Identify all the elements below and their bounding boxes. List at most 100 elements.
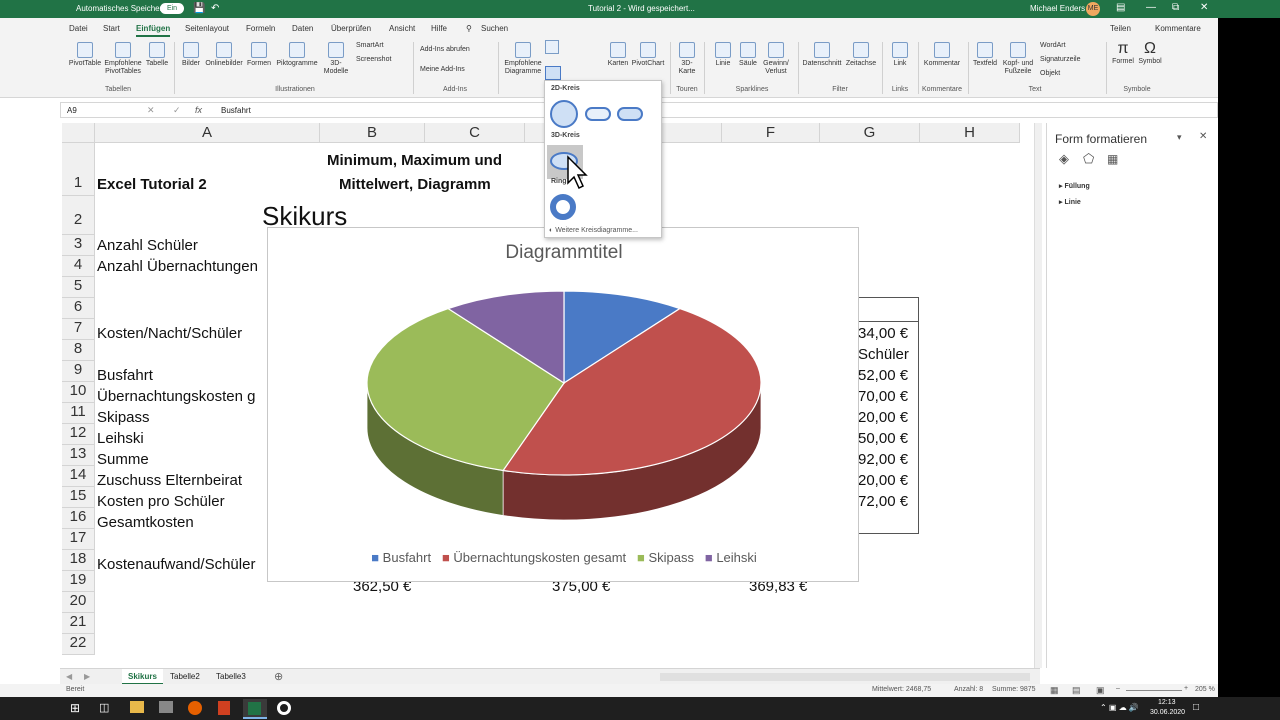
row-header[interactable]: 16 xyxy=(62,508,95,529)
get-addins-button[interactable]: Add-Ins abrufen xyxy=(420,46,470,54)
tab-ansicht[interactable]: Ansicht xyxy=(389,24,415,33)
cell-g11[interactable]: 20,00 € xyxy=(858,409,908,426)
search-icon[interactable]: ⚲ xyxy=(466,24,472,33)
avatar[interactable]: ME xyxy=(1086,2,1100,16)
row-header[interactable]: 14 xyxy=(62,466,95,487)
cell-a16[interactable]: Gesamtkosten xyxy=(97,514,194,531)
select-all-corner[interactable] xyxy=(62,123,95,143)
tab-start[interactable]: Start xyxy=(103,24,120,33)
chevron-down-icon[interactable]: ▾ xyxy=(1177,132,1182,143)
slicer-button[interactable]: Datenschnitt xyxy=(800,42,844,68)
3d-models-button[interactable]: 3D-Modelle xyxy=(320,42,352,76)
restore-icon[interactable]: ⧉ xyxy=(1172,2,1179,13)
my-addins-button[interactable]: Meine Add-Ins xyxy=(420,66,465,74)
pivotchart-button[interactable]: PivotChart xyxy=(630,42,666,68)
recommended-charts-button[interactable]: Empfohlene Diagramme xyxy=(500,42,546,76)
column-header-h[interactable]: H xyxy=(920,123,1020,143)
task-view-icon[interactable]: ◫ xyxy=(99,701,109,714)
cell-g14[interactable]: 20,00 € xyxy=(858,472,908,489)
vertical-scrollbar[interactable] xyxy=(1034,123,1042,668)
more-pie-charts-link[interactable]: ◐ Weitere Kreisdiagramme... xyxy=(549,227,638,234)
row-header[interactable]: 2 xyxy=(62,196,95,235)
page-layout-icon[interactable]: ▤ xyxy=(1072,685,1081,696)
images-button[interactable]: Bilder xyxy=(178,42,204,68)
recommended-pivot-button[interactable]: Empfohlene PivotTables xyxy=(102,42,144,76)
cell-g7[interactable]: 34,00 € xyxy=(858,325,908,342)
smartart-button[interactable]: SmartArt xyxy=(356,42,384,50)
doughnut-icon[interactable] xyxy=(550,194,576,220)
share-button[interactable]: Teilen xyxy=(1110,24,1131,33)
cell-a14[interactable]: Zuschuss Elternbeirat xyxy=(97,472,242,489)
page-break-icon[interactable]: ▣ xyxy=(1096,685,1105,696)
cell-g9[interactable]: 52,00 € xyxy=(858,367,908,384)
name-box[interactable]: A9 xyxy=(67,106,77,115)
textbox-button[interactable]: Textfeld xyxy=(970,42,1000,68)
pie-of-pie-icon[interactable] xyxy=(585,107,611,121)
comments-button[interactable]: Kommentare xyxy=(1155,24,1201,33)
zoom-level[interactable]: 205 % xyxy=(1195,686,1215,693)
system-tray-icons[interactable]: ⌃ ▣ ☁ 🔊 xyxy=(1100,703,1139,712)
cell-a12[interactable]: Leihski xyxy=(97,430,144,447)
tab-hilfe[interactable]: Hilfe xyxy=(431,24,447,33)
object-button[interactable]: Objekt xyxy=(1040,70,1060,78)
sheet-tab-tabelle3[interactable]: Tabelle3 xyxy=(216,672,246,681)
close-icon[interactable]: ✕ xyxy=(1200,2,1208,13)
cell-b1-line1[interactable]: Minimum, Maximum und xyxy=(327,152,502,169)
pivottable-button[interactable]: PivotTable xyxy=(66,42,104,68)
enter-icon[interactable]: ✓ xyxy=(173,105,181,116)
row-header[interactable]: 21 xyxy=(62,613,95,634)
cell-a13[interactable]: Summe xyxy=(97,451,149,468)
bar-of-pie-icon[interactable] xyxy=(617,107,643,121)
row-header[interactable]: 9 xyxy=(62,361,95,382)
cell-a7[interactable]: Kosten/Nacht/Schüler xyxy=(97,325,242,342)
tab-seitenlayout[interactable]: Seitenlayout xyxy=(185,24,229,33)
row-header[interactable]: 3 xyxy=(62,235,95,256)
sparkline-winloss-button[interactable]: Gewinn/ Verlust xyxy=(760,42,792,76)
cell-b1-line2[interactable]: Mittelwert, Diagramm xyxy=(339,176,491,193)
link-button[interactable]: Link xyxy=(888,42,912,68)
minimize-icon[interactable]: — xyxy=(1146,2,1156,13)
symbol-button[interactable]: Ω Symbol xyxy=(1136,40,1164,66)
row-header[interactable]: 19 xyxy=(62,571,95,592)
column-chart-icon[interactable] xyxy=(545,40,559,54)
cell-a10[interactable]: Übernachtungskosten g xyxy=(97,388,255,405)
row-header[interactable]: 8 xyxy=(62,340,95,361)
tab-ueberpruefen[interactable]: Überprüfen xyxy=(331,24,371,33)
sheet-tab-tabelle2[interactable]: Tabelle2 xyxy=(170,672,200,681)
row-header[interactable]: 7 xyxy=(62,319,95,340)
zoom-out-icon[interactable]: – xyxy=(1116,685,1120,692)
cell-g13[interactable]: 92,00 € xyxy=(858,451,908,468)
tab-datei[interactable]: Datei xyxy=(69,24,88,33)
column-header-g[interactable]: G xyxy=(820,123,920,143)
row-header[interactable]: 5 xyxy=(62,277,95,298)
timeline-button[interactable]: Zeitachse xyxy=(844,42,878,68)
tab-formeln[interactable]: Formeln xyxy=(246,24,275,33)
autosave-toggle[interactable]: Ein xyxy=(160,3,184,14)
pie-chart[interactable]: Diagrammtitel ■ Busfahrt ■ Übernachtungs… xyxy=(267,227,859,582)
row-header[interactable]: 17 xyxy=(62,529,95,550)
function-icon[interactable]: fx xyxy=(195,105,202,115)
office-icon[interactable] xyxy=(218,701,230,715)
user-name[interactable]: Michael Enders xyxy=(1030,4,1085,13)
close-panel-icon[interactable]: ✕ xyxy=(1199,131,1207,142)
maps-button[interactable]: Karten xyxy=(604,42,632,68)
header-footer-button[interactable]: Kopf- und Fußzeile xyxy=(1000,42,1036,76)
online-images-button[interactable]: Onlinebilder xyxy=(204,42,244,68)
ribbon-display-icon[interactable]: ▤ xyxy=(1116,2,1125,13)
column-header-a[interactable]: A xyxy=(95,123,320,143)
row-header[interactable]: 11 xyxy=(62,403,95,424)
row-header[interactable]: 15 xyxy=(62,487,95,508)
add-sheet-icon[interactable]: ⊕ xyxy=(274,670,283,683)
size-properties-icon[interactable]: ▦ xyxy=(1107,152,1118,166)
cell-a15[interactable]: Kosten pro Schüler xyxy=(97,493,225,510)
cell-g15[interactable]: 72,00 € xyxy=(858,493,908,510)
save-icon[interactable]: 💾 xyxy=(193,3,205,14)
row-header[interactable]: 4 xyxy=(62,256,95,277)
pie-2d-icon[interactable] xyxy=(550,100,578,128)
panel-item-fill[interactable]: ▸ Füllung xyxy=(1059,182,1090,190)
column-header-f[interactable]: F xyxy=(722,123,820,143)
formula-input[interactable]: Busfahrt xyxy=(221,106,251,115)
sparkline-column-button[interactable]: Säule xyxy=(736,42,760,68)
undo-icon[interactable]: ↶ xyxy=(211,3,219,14)
cell-a1[interactable]: Excel Tutorial 2 xyxy=(97,176,207,193)
